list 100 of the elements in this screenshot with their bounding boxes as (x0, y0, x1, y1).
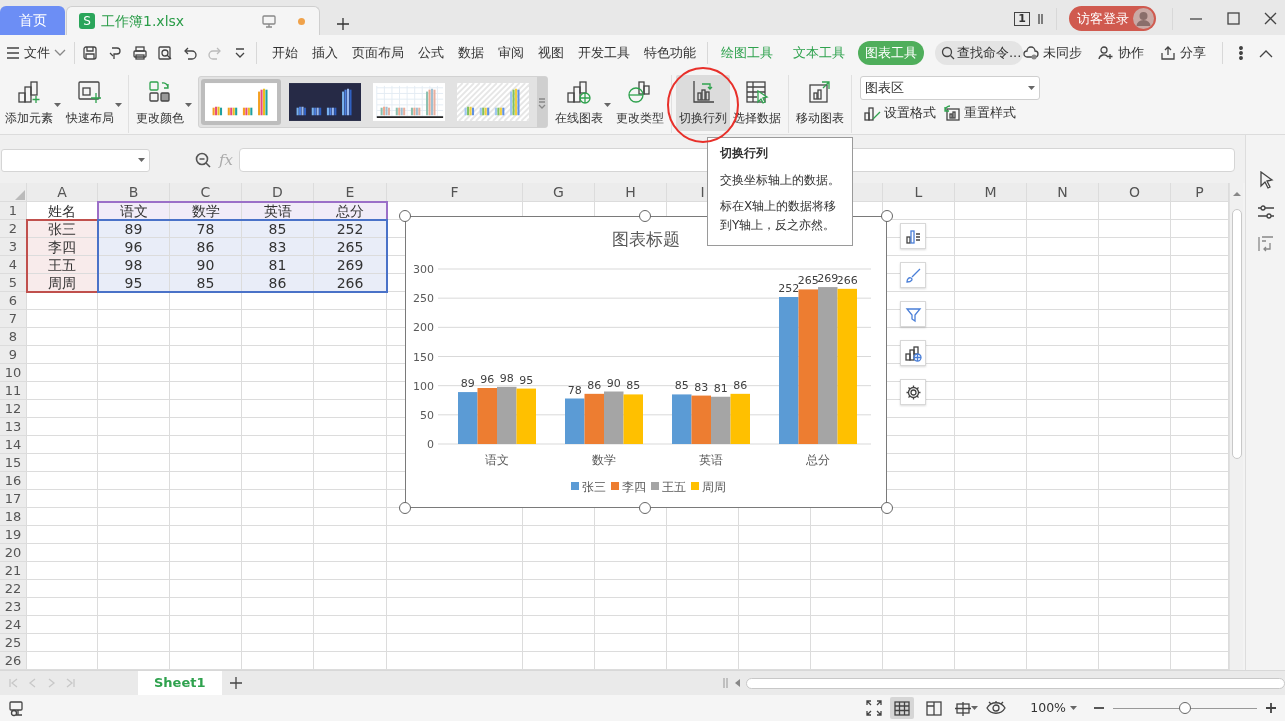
sliders-icon[interactable] (1256, 204, 1275, 220)
column-header[interactable]: M (955, 183, 1027, 202)
row-header[interactable]: 11 (0, 382, 27, 400)
row-header[interactable]: 23 (0, 598, 27, 616)
menu-icon (6, 47, 20, 59)
row-header[interactable]: 8 (0, 328, 27, 346)
row-header[interactable]: 19 (0, 526, 27, 544)
more-icon[interactable] (1239, 45, 1243, 61)
save-icon[interactable] (82, 45, 99, 61)
row-header[interactable]: 24 (0, 616, 27, 634)
chart-elements-button[interactable] (900, 223, 926, 249)
row-header[interactable]: 12 (0, 400, 27, 418)
row-header[interactable]: 15 (0, 454, 27, 472)
menu-tab[interactable]: 公式 (410, 40, 451, 66)
ribbon-button[interactable]: 快速布局 (63, 75, 124, 131)
row-header[interactable]: 18 (0, 508, 27, 526)
chart-style-button[interactable] (900, 262, 926, 288)
menu-tab[interactable]: 开始 (264, 40, 305, 66)
ribbon-button[interactable]: 更改类型 (613, 75, 667, 131)
zoom-icon[interactable] (195, 152, 211, 168)
undo-icon[interactable] (182, 45, 199, 61)
collapse-icon[interactable] (1259, 48, 1273, 58)
search-field[interactable]: 查找命令... (935, 41, 1023, 65)
column-header[interactable]: P (1171, 183, 1229, 202)
scroll-up-icon[interactable] (1232, 191, 1241, 197)
row-header[interactable]: 5 (0, 274, 27, 292)
scroll-thumb[interactable] (1231, 209, 1242, 459)
row-header[interactable]: 6 (0, 292, 27, 310)
column-header[interactable]: F (387, 183, 523, 202)
toolbar-button[interactable]: 协作 (1098, 43, 1144, 63)
chart-settings-button[interactable] (900, 379, 926, 405)
close-icon[interactable] (1264, 12, 1277, 25)
menu-tab[interactable]: 页面布局 (344, 40, 411, 66)
ribbon-button[interactable]: 在线图表 (552, 75, 613, 131)
column-header[interactable]: O (1099, 183, 1171, 202)
filter-icon (904, 305, 922, 323)
eye-icon[interactable] (986, 701, 1007, 715)
row-header[interactable]: 25 (0, 634, 27, 652)
column-header[interactable]: G (523, 183, 595, 202)
maximize-icon[interactable] (1227, 12, 1240, 25)
row-header[interactable]: 17 (0, 490, 27, 508)
chart-style-thumbnail[interactable] (201, 79, 281, 125)
toolbar-button[interactable]: 未同步 (1023, 43, 1082, 63)
print-preview-icon[interactable] (157, 45, 174, 61)
menu-tab[interactable]: 插入 (304, 40, 345, 66)
table-cell (739, 580, 811, 598)
online-chart-button[interactable] (900, 340, 926, 366)
row-header[interactable]: 16 (0, 472, 27, 490)
cursor-icon[interactable] (1257, 171, 1274, 189)
row-header[interactable]: 10 (0, 364, 27, 382)
menu-tab[interactable]: 开发工具 (570, 40, 637, 66)
login-button[interactable]: 访客登录 (1069, 6, 1156, 31)
row-header[interactable]: 1 (0, 202, 27, 220)
file-menu-button[interactable]: 文件 (6, 43, 66, 63)
row-header[interactable]: 26 (0, 652, 27, 670)
window-count[interactable]: 1 (1014, 11, 1030, 26)
ribbon-button[interactable]: 移动图表 (793, 75, 847, 131)
add-sheet-button[interactable] (229, 677, 242, 689)
slider-thumb[interactable] (1179, 702, 1191, 714)
new-tab-button[interactable] (336, 17, 350, 31)
format-painter-icon[interactable] (107, 45, 124, 61)
ribbon-button[interactable]: 设置格式 (864, 104, 936, 123)
column-header[interactable]: L (883, 183, 955, 202)
column-header[interactable]: A (27, 183, 98, 202)
column-header[interactable]: N (1027, 183, 1099, 202)
sheet-tab[interactable]: Sheet1 (138, 671, 222, 695)
menu-tab[interactable]: 审阅 (490, 40, 531, 66)
row-header[interactable]: 20 (0, 544, 27, 562)
table-cell (27, 382, 98, 400)
column-header[interactable]: H (595, 183, 667, 202)
print-icon[interactable] (132, 45, 149, 61)
menu-tab[interactable]: 特色功能 (636, 40, 703, 66)
fullscreen-icon[interactable] (866, 700, 883, 716)
row-header[interactable]: 2 (0, 220, 27, 238)
row-header[interactable]: 13 (0, 418, 27, 436)
ribbon-button[interactable]: 重置样式 (944, 104, 1016, 123)
toolbar-button[interactable]: 分享 (1160, 43, 1206, 63)
row-header[interactable]: 3 (0, 238, 27, 256)
ribbon-button[interactable]: 添加元素 (2, 75, 63, 131)
row-header[interactable]: 4 (0, 256, 27, 274)
document-tab[interactable]: S 工作簿1.xlsx (66, 6, 320, 35)
row-header[interactable]: 22 (0, 580, 27, 598)
scroll-thumb[interactable] (746, 677, 1285, 689)
element-picker[interactable]: 图表区 (860, 76, 1040, 100)
view-button[interactable] (890, 697, 915, 719)
row-header[interactable]: 7 (0, 310, 27, 328)
zoom-in-icon[interactable] (1265, 702, 1277, 714)
zoom-dropdown[interactable]: 100% (1030, 698, 1077, 718)
menu-tab[interactable]: 视图 (530, 40, 571, 66)
macro-icon[interactable] (8, 699, 26, 717)
chart-filter-button[interactable] (900, 301, 926, 327)
table-cell (667, 562, 739, 580)
row-header[interactable]: 21 (0, 562, 27, 580)
row-header[interactable]: 14 (0, 436, 27, 454)
menu-tab[interactable]: 数据 (450, 40, 491, 66)
row-header[interactable]: 9 (0, 346, 27, 364)
scroll-left-icon[interactable] (734, 679, 740, 687)
ribbon-button[interactable]: 切换行列 (676, 75, 730, 131)
monitor-icon[interactable] (262, 14, 276, 28)
ribbon-button[interactable]: 更改颜色 (133, 75, 194, 131)
